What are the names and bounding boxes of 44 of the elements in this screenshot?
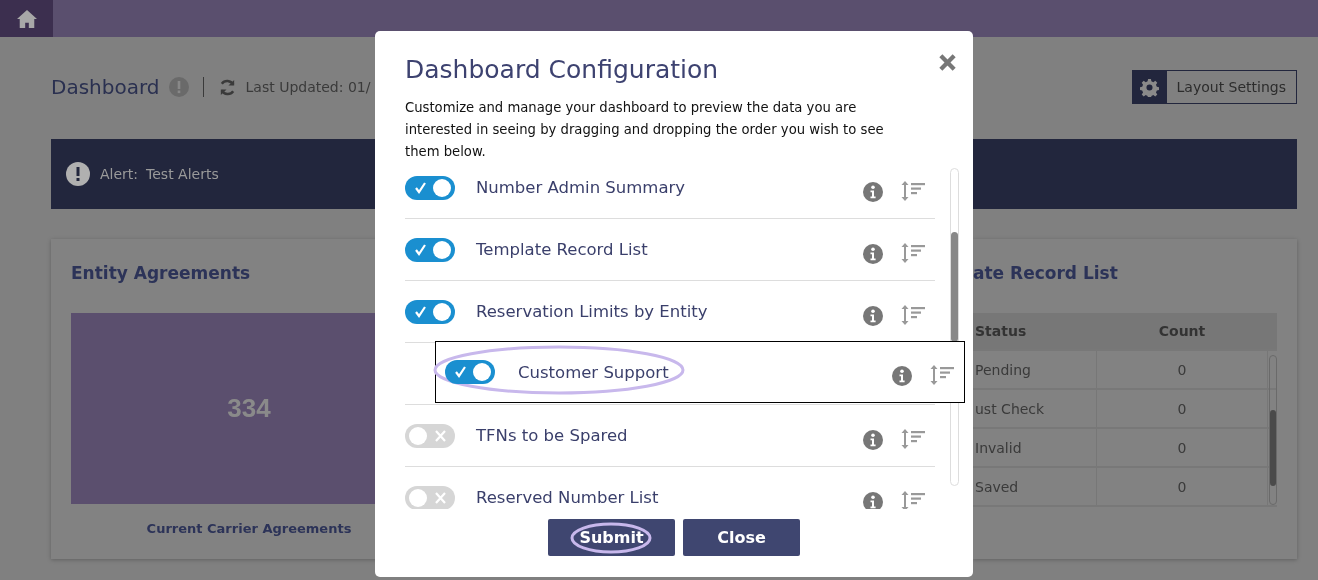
home-button[interactable] [0,0,53,37]
info-icon[interactable] [863,491,883,509]
toggle-switch[interactable] [405,237,455,262]
widget-name: Template Record List [476,240,648,259]
alert-label: Alert: [100,166,139,182]
dragged-row[interactable]: Customer Support [435,341,965,403]
last-updated-text: Last Updated: 01/ [245,79,371,95]
widget-name: Reserved Number List [476,488,659,507]
toggle-switch[interactable] [405,299,455,324]
close-button[interactable]: Close [683,519,800,556]
dialog-description: Customize and manage your dashboard to preview the data you are interested in seeing by dragging and dropping the order you wish to see them below. [405,99,885,161]
table-cell: 0 [1097,468,1268,505]
info-icon[interactable] [863,429,883,450]
toggle-switch[interactable] [445,360,495,384]
info-icon[interactable] [863,305,883,326]
layout-settings-button[interactable]: Layout Settings [1131,70,1297,104]
card-title: ate Record List [973,263,1119,285]
info-icon[interactable] [863,181,883,202]
table-cell: 0 [1097,429,1268,466]
submit-button[interactable]: Submit [548,519,675,556]
widget-name: Number Admin Summary [476,178,686,197]
home-icon [15,8,38,29]
alert-icon [168,77,189,97]
toggle-switch[interactable] [405,175,455,200]
card-title: Entity Agreements [71,263,252,285]
table-cell: 0 [1097,351,1268,388]
toggle-switch[interactable] [405,485,455,509]
info-icon[interactable] [863,243,883,264]
alert-text: Test Alerts [146,166,219,182]
widget-name: TFNs to be Spared [476,426,628,445]
close-icon[interactable] [938,53,957,72]
drag-handle-icon[interactable] [929,363,955,387]
widget-name: Reservation Limits by Entity [476,302,708,321]
dialog-title: Dashboard Configuration [405,55,719,84]
metric-value: 334 [227,393,271,424]
column-header: Count [1097,313,1268,349]
metric-caption: Current Carrier Agreements [145,521,353,536]
alert-icon [66,162,90,186]
toggle-switch[interactable] [405,423,455,448]
settings-icon [1140,77,1160,97]
table-cell: 0 [1097,390,1268,427]
widget-name: Customer Support [518,362,669,382]
info-icon[interactable] [892,366,912,386]
page-title: Dashboard [51,75,160,99]
